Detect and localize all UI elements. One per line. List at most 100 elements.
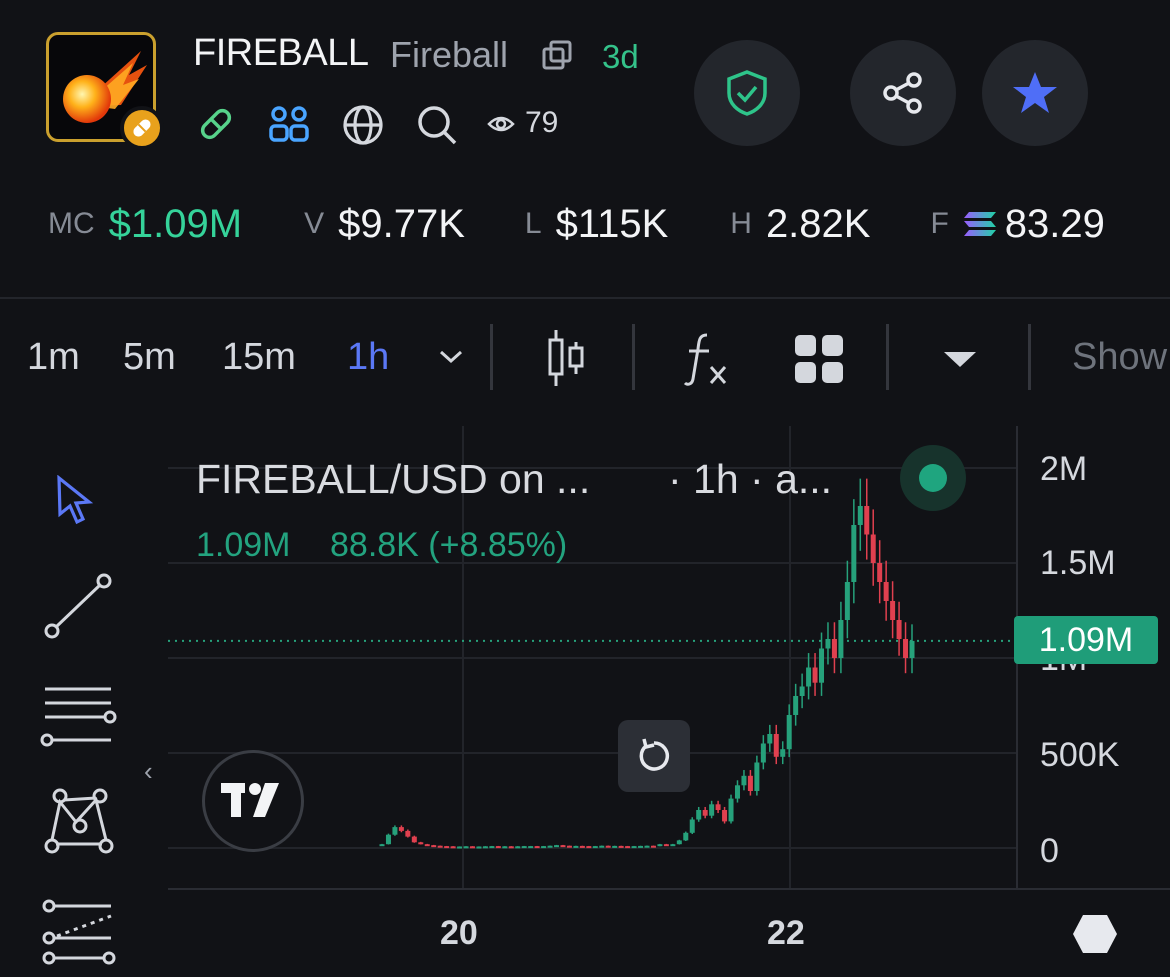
candle-body [489, 846, 495, 849]
candle-body [592, 846, 598, 849]
chart-legend-title: FIREBALL/USD on ... [196, 456, 591, 502]
candle-body [450, 846, 456, 849]
chart-legend-change: 88.8K (+8.85%) [330, 526, 568, 564]
candle-body [799, 686, 805, 696]
candle-body [612, 845, 618, 848]
candle-body [786, 715, 792, 750]
tradingview-icon [221, 783, 279, 817]
candle-body [605, 845, 611, 848]
candle-body [579, 845, 585, 848]
candle-body [676, 840, 682, 845]
candle-body [599, 845, 605, 848]
chart-settings-hexagon-icon[interactable] [1070, 912, 1120, 956]
candle-body [508, 846, 514, 849]
candle-body [780, 749, 786, 757]
candle-body [547, 845, 553, 848]
candle-body [760, 743, 766, 763]
candle-body [773, 734, 779, 757]
candle-body [793, 696, 799, 715]
candle-body [883, 582, 889, 601]
candle-body [702, 810, 708, 816]
y-tick-label: 1.5M [1040, 544, 1116, 582]
candle-body [469, 846, 475, 849]
candle-body [476, 846, 482, 849]
candle-body [398, 827, 404, 831]
candle-body [444, 846, 450, 849]
candle-body [573, 845, 579, 848]
tradingview-logo[interactable] [202, 750, 304, 852]
candle-body [379, 844, 385, 847]
candle-body [424, 844, 430, 847]
candle-body [825, 639, 831, 649]
candle-body [528, 846, 534, 849]
candle-body [554, 845, 560, 848]
candle-body [644, 845, 650, 848]
candle-body [754, 762, 760, 791]
candle-body [502, 846, 508, 849]
candle-body [896, 620, 902, 639]
candle-body [657, 844, 663, 847]
candle-body [819, 648, 825, 683]
candle-body [566, 845, 572, 848]
candle-body [689, 819, 695, 833]
candle-body [663, 844, 669, 847]
candle-body [495, 846, 501, 849]
current-price-badge: 1.09M [1014, 616, 1158, 664]
y-tick-label: 0 [1040, 832, 1059, 870]
candle-body [709, 804, 715, 816]
candle-body [405, 830, 411, 837]
market-status-icon [900, 445, 966, 511]
candle-body [521, 846, 527, 849]
candle-body [696, 810, 702, 820]
candle-body [418, 842, 424, 845]
candle-body [618, 845, 624, 848]
refresh-icon [639, 738, 670, 771]
candle-body [650, 845, 656, 848]
candle-body [560, 845, 566, 848]
time-axis-border [168, 888, 1170, 890]
candle-body [844, 582, 850, 620]
candle-body [638, 845, 644, 848]
candle-body [631, 846, 637, 849]
candle-body [534, 846, 540, 849]
chart-legend-meta: · 1h · a... [668, 456, 833, 502]
chart-legend-value: 1.09M [196, 526, 291, 564]
candle-body [851, 525, 857, 582]
candle-body [864, 506, 870, 535]
candle-body [541, 846, 547, 849]
candle-body [463, 846, 469, 849]
candle-body [385, 834, 391, 845]
candle-body [722, 810, 728, 822]
candle-body [392, 827, 398, 835]
candle-body [625, 846, 631, 849]
candle-body [741, 775, 747, 786]
candle-body [431, 845, 437, 848]
candle-body [670, 844, 676, 847]
candle-body [515, 846, 521, 849]
candle-body [437, 845, 443, 848]
x-tick-label: 22 [767, 914, 805, 952]
candle-body [715, 804, 721, 810]
candle-body [586, 846, 592, 849]
reset-chart-button[interactable] [618, 720, 690, 792]
candle-body [683, 832, 689, 841]
y-tick-label: 500K [1040, 736, 1120, 774]
candle-body [806, 667, 812, 687]
candle-body [890, 601, 896, 620]
candle-body [838, 620, 844, 658]
candle-body [831, 639, 837, 658]
candle-body [747, 775, 753, 791]
candle-body [457, 846, 463, 849]
candle-body [411, 836, 417, 843]
x-tick-label: 20 [440, 914, 478, 952]
y-tick-label: 2M [1040, 450, 1088, 488]
candle-body [767, 734, 773, 744]
candle-body [903, 639, 909, 658]
candle-body [857, 506, 863, 525]
candle-body [812, 667, 818, 683]
candle-body [482, 846, 488, 849]
candle-body [909, 640, 915, 658]
candle-body [877, 563, 883, 582]
candle-body [734, 785, 740, 799]
candle-body [728, 798, 734, 822]
